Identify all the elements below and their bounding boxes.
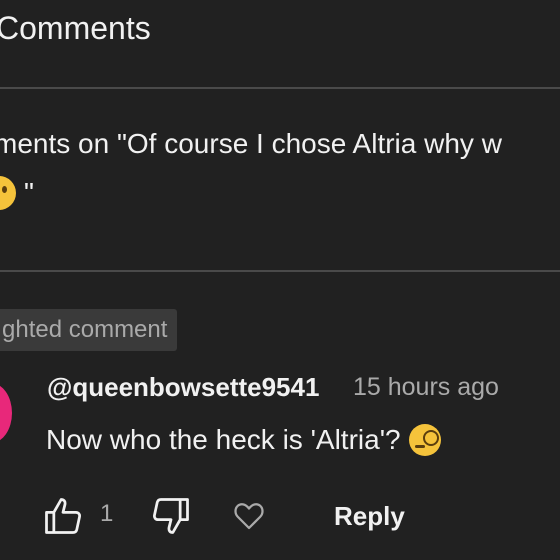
context-divider [0, 270, 560, 272]
comment-author[interactable]: @queenbowsette9541 [47, 372, 319, 403]
comment-body: Now who the heck is 'Altria'? [46, 424, 401, 455]
comments-context-continuation: " [0, 176, 34, 210]
thumbs-up-icon [45, 498, 81, 534]
creator-heart-button[interactable] [226, 494, 272, 538]
reply-button[interactable]: Reply [320, 494, 419, 538]
comments-context-text: ments on "Of course I chose Altria why w [0, 128, 502, 159]
thumbs-down-icon [153, 498, 189, 534]
comments-panel: Comments ments on "Of course I chose Alt… [0, 0, 560, 560]
heart-icon [234, 503, 264, 530]
like-count: 1 [100, 500, 114, 527]
comments-title: Comments [0, 10, 151, 46]
dizzy-face-emoji-icon [408, 424, 441, 456]
highlighted-comment-badge: ghted comment [0, 309, 178, 351]
like-button[interactable] [38, 494, 88, 538]
context-closing-quote: " [24, 177, 34, 208]
avatar[interactable] [0, 383, 12, 443]
comment-text: Now who the heck is 'Altria'? [46, 424, 441, 456]
comment-timestamp[interactable]: 15 hours ago [353, 373, 499, 402]
face-with-raised-eyebrow-emoji-icon [0, 176, 16, 210]
dislike-button[interactable] [146, 494, 196, 538]
header-divider [0, 87, 560, 89]
